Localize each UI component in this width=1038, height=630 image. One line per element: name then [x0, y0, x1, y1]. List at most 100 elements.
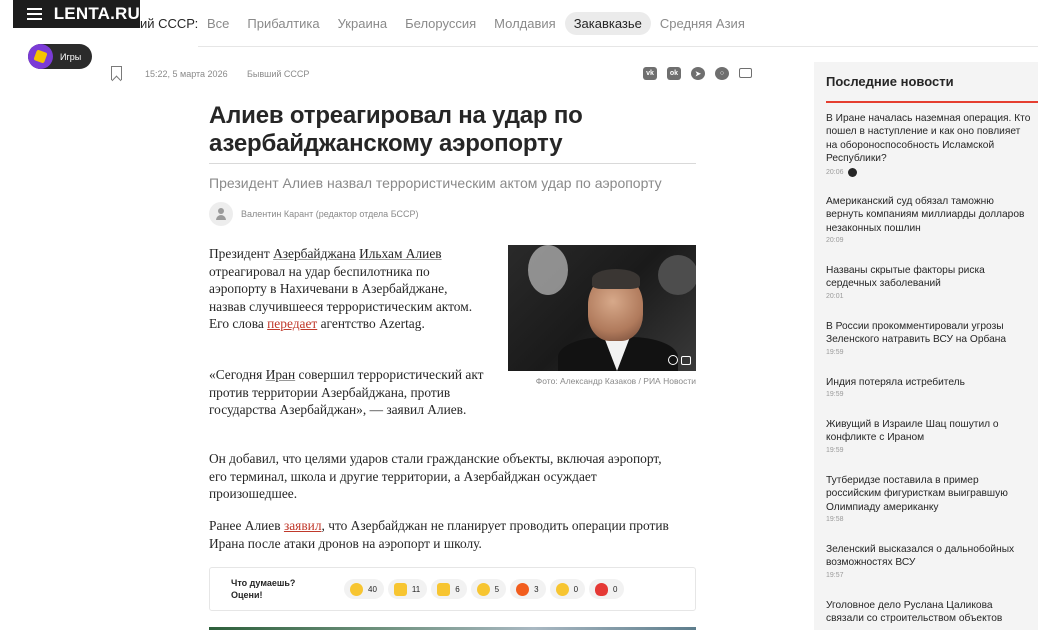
article-subtitle: Президент Алиев назвал террористическим … — [209, 175, 662, 191]
site-logo[interactable]: LENTA.RU — [54, 4, 140, 24]
tab-ukraine[interactable]: Украина — [329, 12, 397, 35]
tab-baltics[interactable]: Прибалтика — [238, 12, 328, 35]
article-title: Алиев отреагировал на удар по азербайджа… — [209, 102, 583, 157]
article-paragraph-4: Ранее Алиев заявил, что Азербайджан не п… — [209, 517, 689, 552]
reaction-heart[interactable]: 0 — [589, 579, 625, 599]
reaction-sad[interactable]: 0 — [549, 579, 586, 599]
reaction-shocked[interactable]: 5 — [470, 579, 507, 599]
news-time-row: 20:06 — [826, 167, 1032, 177]
reaction-count: 5 — [494, 584, 500, 594]
author-name[interactable]: Валентин Карант (редактор отдела БССР) — [241, 209, 419, 219]
news-item[interactable]: Индия потеряла истребитель 19:59 — [826, 376, 1032, 398]
reaction-angry[interactable]: 3 — [510, 579, 546, 599]
header-divider — [198, 46, 1038, 47]
share-buttons: vk ok ➤ ○ — [643, 67, 752, 80]
link-source[interactable]: передает — [267, 316, 317, 331]
news-item[interactable]: Уголовное дело Руслана Цаликова связали … — [826, 599, 1032, 626]
news-title: В России прокомментировали угрозы Зеленс… — [826, 321, 1007, 346]
angry-emoji-icon — [516, 582, 530, 596]
reaction-count: 40 — [368, 584, 377, 594]
title-divider — [209, 163, 696, 164]
author-avatar-icon — [209, 202, 233, 226]
reaction-count: 0 — [613, 584, 618, 594]
link-aliyev[interactable]: Ильхам Алиев — [359, 246, 442, 261]
reactions-list: 40 11 6 5 3 0 0 — [344, 579, 625, 599]
tab-belarus[interactable]: Белоруссия — [396, 12, 485, 35]
news-title: Уголовное дело Руслана Цаликова связали … — [826, 600, 1003, 625]
news-title: Индия потеряла истребитель — [826, 377, 965, 388]
text: агентство Azertag. — [317, 316, 425, 331]
bookmark-icon[interactable] — [111, 66, 122, 80]
tab-moldova[interactable]: Молдавия — [485, 12, 565, 35]
news-item[interactable]: Названы скрытые факторы риска сердечных … — [826, 264, 1032, 300]
heart-icon — [595, 582, 609, 596]
news-item[interactable]: В Иране началась наземная операция. Кто … — [826, 112, 1032, 177]
reactions-question-line2: Оцени! — [231, 590, 263, 600]
tab-all[interactable]: Все — [198, 12, 238, 35]
publish-date: 15:22, 5 марта 2026 — [145, 69, 228, 79]
thumbs-down-icon — [437, 582, 451, 596]
news-time: 19:59 — [826, 446, 844, 454]
news-time: 19:57 — [826, 571, 844, 579]
photo-caption: Фото: Александр Казаков / РИА Новости — [535, 376, 696, 386]
text: Президент — [209, 246, 274, 261]
reaction-dislike[interactable]: 6 — [431, 579, 467, 599]
site-header-logo-block: LENTA.RU — [13, 0, 140, 28]
latest-news-sidebar: Последние новости В Иране началась назем… — [814, 62, 1038, 630]
news-time: 20:06 — [826, 168, 844, 176]
games-icon — [28, 44, 53, 69]
article-photo[interactable] — [508, 245, 696, 371]
reaction-count: 6 — [455, 584, 460, 594]
reactions-question-line1: Что думаешь? — [231, 578, 296, 588]
news-time: 20:01 — [826, 292, 844, 300]
thumbs-up-icon — [393, 582, 407, 596]
news-item[interactable]: Тутберидзе поставила в пример российским… — [826, 474, 1032, 523]
ok-icon[interactable]: ok — [667, 67, 681, 80]
sidebar-title: Последние новости — [826, 74, 954, 89]
max-icon[interactable]: ○ — [715, 67, 729, 80]
news-item[interactable]: Американский суд обязал таможню вернуть … — [826, 195, 1032, 244]
news-title: Зеленский высказался о дальнобойных возм… — [826, 544, 1015, 569]
text: «Сегодня — [209, 367, 266, 382]
tab-central-asia[interactable]: Средняя Азия — [651, 12, 754, 35]
clock-icon — [847, 167, 857, 177]
reactions-panel: Что думаешь? Оцени! 40 11 6 5 3 0 0 — [209, 567, 696, 611]
news-time: 20:09 — [826, 237, 844, 245]
laugh-emoji-icon — [350, 582, 363, 596]
author-row[interactable]: Валентин Карант (редактор отдела БССР) — [209, 202, 419, 226]
news-title: Американский суд обязал таможню вернуть … — [826, 196, 1025, 234]
link-azerbaijan[interactable]: Азербайджана — [273, 246, 356, 261]
news-item[interactable]: Зеленский высказался о дальнобойных возм… — [826, 543, 1032, 579]
article-paragraph-2: «Сегодня Иран совершил террористический … — [209, 366, 489, 419]
news-time: 19:59 — [826, 348, 844, 356]
reaction-laugh[interactable]: 40 — [344, 579, 384, 599]
reaction-like[interactable]: 11 — [387, 579, 428, 599]
region-tabs: Все Прибалтика Украина Белоруссия Молдав… — [198, 12, 754, 35]
link-earlier-statement[interactable]: заявил — [284, 518, 322, 533]
reaction-count: 3 — [534, 584, 539, 594]
section-label: ий СССР: — [140, 16, 199, 31]
news-time: 19:58 — [826, 516, 844, 524]
sidebar-divider — [826, 101, 1038, 103]
games-button[interactable]: Игры — [28, 44, 92, 69]
comment-icon[interactable] — [681, 356, 691, 365]
news-item[interactable]: В России прокомментировали угрозы Зеленс… — [826, 320, 1032, 356]
reactions-question: Что думаешь? Оцени! — [231, 577, 331, 601]
zoom-icon[interactable] — [668, 355, 678, 365]
text: Ранее Алиев — [209, 518, 284, 533]
news-title: Живущий в Израиле Шац пошутил о конфликт… — [826, 419, 999, 444]
games-label: Игры — [60, 51, 82, 62]
rubric-link[interactable]: Бывший СССР — [247, 69, 309, 79]
news-title: В Иране началась наземная операция. Кто … — [826, 113, 1031, 165]
tab-caucasus[interactable]: Закавказье — [564, 12, 651, 35]
mail-icon[interactable] — [739, 68, 752, 78]
telegram-icon[interactable]: ➤ — [691, 67, 705, 80]
menu-icon[interactable] — [27, 8, 42, 20]
article-paragraph-1: Президент Азербайджана Ильхам Алиев отре… — [209, 245, 484, 333]
news-item[interactable]: Живущий в Израиле Шац пошутил о конфликт… — [826, 418, 1032, 454]
link-iran[interactable]: Иран — [266, 367, 295, 382]
news-time: 19:59 — [826, 391, 844, 399]
reaction-count: 11 — [411, 584, 421, 594]
news-title: Названы скрытые факторы риска сердечных … — [826, 265, 985, 290]
vk-icon[interactable]: vk — [643, 67, 657, 80]
